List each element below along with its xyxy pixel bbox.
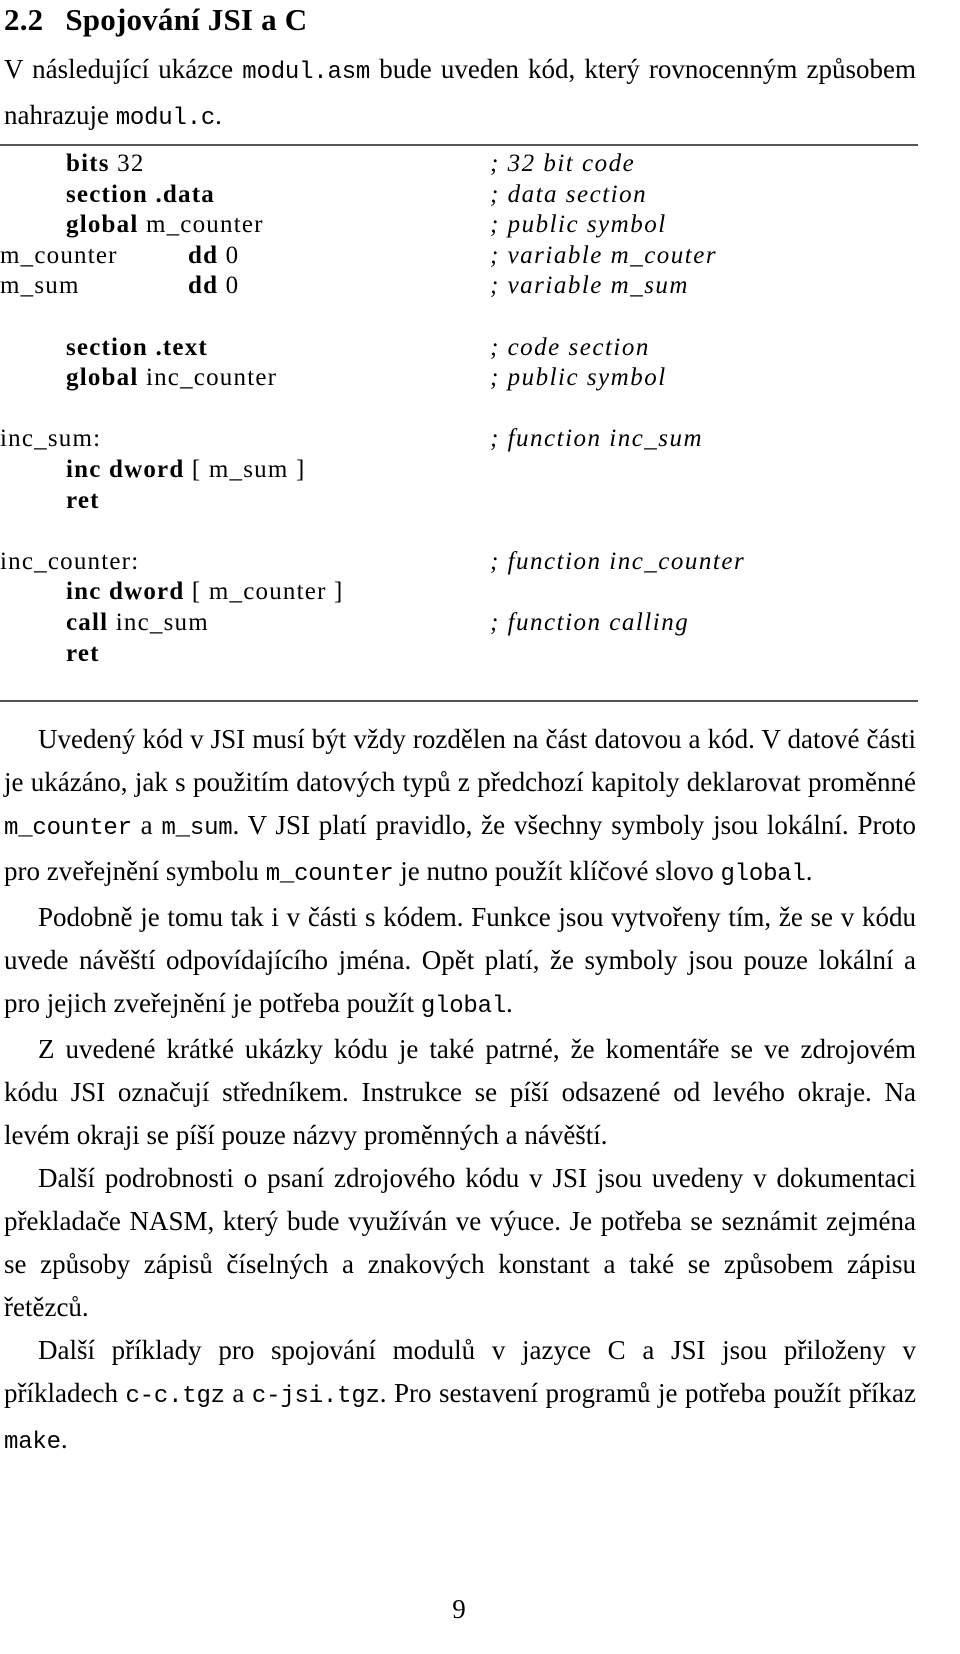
page-number: 9 xyxy=(452,1594,466,1624)
code-line: inc_counter: ; function inc_counter xyxy=(0,548,918,579)
intro-text-3: . xyxy=(215,100,222,130)
code-keyword: ret xyxy=(66,486,100,514)
code-keyword: section .text xyxy=(66,333,208,361)
p4-text-1: Další podrobnosti o psaní zdrojového kód… xyxy=(4,1163,916,1322)
section-heading: 2.2 Spojování JSI a C xyxy=(4,2,307,38)
code-line: global inc_counter ; public symbol xyxy=(0,364,918,395)
code-label: inc_sum: xyxy=(0,425,102,453)
code-comment: ; data section xyxy=(490,180,648,208)
code-comment: ; public symbol xyxy=(490,211,667,239)
body-text: Uvedený kód v JSI musí být vždy rozdělen… xyxy=(4,718,916,1464)
code-keyword: section .data xyxy=(66,180,215,208)
p1-text-1: Uvedený kód v JSI musí být vždy rozdělen… xyxy=(4,724,916,797)
code-line: m_counter dd 0 ; variable m_couter xyxy=(0,242,918,273)
code-label: m_counter xyxy=(0,241,118,269)
code-operand: 0 xyxy=(218,272,240,300)
p3-text-1: Z uvedené krátké ukázky kódu je také pat… xyxy=(4,1034,916,1150)
document-page: 2.2 Spojování JSI a C V následující ukázc… xyxy=(0,0,960,1654)
p1-code-global: global xyxy=(720,861,806,888)
code-line: ret xyxy=(0,487,918,518)
p5-code-make: make xyxy=(4,1429,61,1456)
code-line: bits 32 ; 32 bit code xyxy=(0,150,918,181)
code-keyword: inc dword [ m_counter ] xyxy=(66,578,344,606)
code-comment: ; code section xyxy=(490,333,650,361)
code-comment: ; function calling xyxy=(490,608,690,636)
intro-text-1: V následující ukázce xyxy=(4,54,243,84)
p1-code-m-counter-2: m_counter xyxy=(265,861,394,888)
code-keyword: global m_counter xyxy=(66,211,264,239)
section-number: 2.2 xyxy=(4,2,44,37)
code-comment: ; variable m_couter xyxy=(490,241,718,269)
p1-text-2: a xyxy=(131,810,162,840)
paragraph-4: Další podrobnosti o psaní zdrojového kód… xyxy=(4,1157,916,1329)
code-label: inc_counter: xyxy=(0,547,140,575)
paragraph-2: Podobně je tomu tak i v části s kódem. F… xyxy=(4,896,916,1028)
paragraph-5: Další příklady pro spojování modulů v ja… xyxy=(4,1329,916,1464)
code-line: section .data ; data section xyxy=(0,181,918,212)
code-operand: inc_counter xyxy=(138,364,278,392)
paragraph-3: Z uvedené krátké ukázky kódu je také pat… xyxy=(4,1028,916,1157)
code-operand: [ m_sum ] xyxy=(184,455,306,483)
code-operand: .text xyxy=(148,333,208,361)
listing-bottom-rule xyxy=(0,700,918,702)
p1-code-m-sum: m_sum xyxy=(161,815,233,842)
section-title: Spojování JSI a C xyxy=(65,2,308,37)
code-comment: ; function inc_sum xyxy=(490,425,704,453)
intro-code-modul-c: modul.c xyxy=(115,105,216,132)
p5-code-c-jsi-tgz: c-jsi.tgz xyxy=(251,1383,380,1410)
intro-paragraph: V následující ukázce modul.asm bude uved… xyxy=(4,48,916,140)
listing-top-rule xyxy=(0,144,918,146)
intro-code-modul-asm: modul.asm xyxy=(242,59,371,86)
p2-code-global: global xyxy=(420,993,507,1020)
code-line: inc dword [ m_counter ] xyxy=(0,578,918,609)
code-comment: ; variable m_sum xyxy=(490,272,689,300)
code-keyword: ret xyxy=(66,639,100,667)
p1-text-4: je nutno použít klíčové slovo xyxy=(393,856,721,886)
paragraph-1: Uvedený kód v JSI musí být vždy rozdělen… xyxy=(4,718,916,896)
code-line: call inc_sum ; function calling xyxy=(0,609,918,640)
code-comment: ; function inc_counter xyxy=(490,547,746,575)
code-operand: inc_sum xyxy=(108,608,209,636)
code-keyword: dd 0 xyxy=(188,272,240,300)
code-operand: 0 xyxy=(218,241,240,269)
code-label: m_sum xyxy=(0,272,80,300)
code-operand: .data xyxy=(148,180,215,208)
code-operand: m_counter xyxy=(138,211,264,239)
code-keyword: dd 0 xyxy=(188,241,240,269)
code-comment: ; 32 bit code xyxy=(490,150,636,177)
code-line: ret xyxy=(0,640,918,671)
code-keyword: inc dword [ m_sum ] xyxy=(66,455,306,483)
p1-code-m-counter: m_counter xyxy=(4,815,132,842)
code-comment: ; public symbol xyxy=(490,364,667,392)
code-keyword: bits 32 xyxy=(66,150,145,177)
p5-text-3: . Pro sestavení programů je potřeba použ… xyxy=(379,1378,916,1408)
code-line: m_sum dd 0 ; variable m_sum xyxy=(0,272,918,303)
p1-text-5: . xyxy=(805,856,813,886)
code-keyword: call inc_sum xyxy=(66,608,209,636)
code-operand: [ m_counter ] xyxy=(184,578,344,606)
assembly-code-listing: bits 32 ; 32 bit code section .data ; da… xyxy=(0,150,918,670)
code-keyword: global inc_counter xyxy=(66,364,278,392)
code-operand: 32 xyxy=(109,150,145,177)
code-line: inc dword [ m_sum ] xyxy=(0,456,918,487)
p5-text-4: . xyxy=(60,1424,68,1454)
p5-code-c-c-tgz: c-c.tgz xyxy=(125,1383,225,1410)
code-line: section .text ; code section xyxy=(0,334,918,365)
code-line: global m_counter ; public symbol xyxy=(0,211,918,242)
p2-text-2: . xyxy=(506,988,513,1018)
p5-text-2: a xyxy=(224,1378,252,1408)
code-line: inc_sum: ; function inc_sum xyxy=(0,425,918,456)
